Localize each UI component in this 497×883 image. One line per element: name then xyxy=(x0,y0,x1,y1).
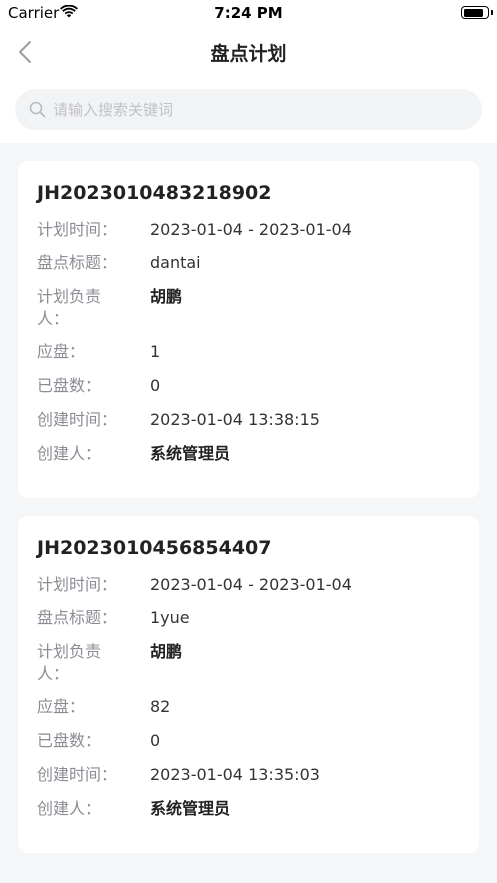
row-plan-time: 计划时间： 2023-01-04 - 2023-01-04 xyxy=(37,219,460,245)
row-title: 盘点标题： dantai xyxy=(37,252,460,279)
should-label: 应盘： xyxy=(37,697,86,716)
search-bar[interactable] xyxy=(15,89,482,130)
title-label: 盘点标题： xyxy=(37,608,118,627)
creator-value: 系统管理员 xyxy=(150,799,231,818)
status-bar: Carrier 7:24 PM xyxy=(0,0,497,26)
plan-id: JH2023010456854407 xyxy=(37,537,272,559)
clock: 7:24 PM xyxy=(214,4,283,22)
should-value: 82 xyxy=(150,697,171,716)
creator-label: 创建人： xyxy=(37,444,102,463)
should-label: 应盘： xyxy=(37,342,86,361)
search-input[interactable] xyxy=(53,89,463,130)
created-time-label: 创建时间： xyxy=(37,410,118,429)
row-owner: 计划负责人： 胡鹏 xyxy=(37,286,460,334)
row-owner: 计划负责人： 胡鹏 xyxy=(37,641,460,689)
owner-value: 胡鹏 xyxy=(150,287,183,306)
done-label: 已盘数： xyxy=(37,731,102,750)
battery-icon xyxy=(461,6,493,19)
plan-card[interactable]: JH2023010456854407 计划时间： 2023-01-04 - 20… xyxy=(18,516,479,853)
title-value: dantai xyxy=(150,253,201,272)
row-created-time: 创建时间： 2023-01-04 13:35:03 xyxy=(37,764,460,791)
row-done: 已盘数： 0 xyxy=(37,375,460,402)
created-time-value: 2023-01-04 13:38:15 xyxy=(150,410,320,429)
creator-value: 系统管理员 xyxy=(150,444,231,463)
plan-time-value: 2023-01-04 - 2023-01-04 xyxy=(150,575,352,594)
row-creator: 创建人： 系统管理员 xyxy=(37,798,460,825)
row-creator: 创建人： 系统管理员 xyxy=(37,443,460,470)
creator-label: 创建人： xyxy=(37,799,102,818)
title-value: 1yue xyxy=(150,608,190,627)
plan-time-label: 计划时间： xyxy=(37,220,118,239)
plan-list: JH2023010483218902 计划时间： 2023-01-04 - 20… xyxy=(18,161,479,871)
plan-card[interactable]: JH2023010483218902 计划时间： 2023-01-04 - 20… xyxy=(18,161,479,498)
row-done: 已盘数： 0 xyxy=(37,730,460,757)
header-area: Carrier 7:24 PM 盘点计划 xyxy=(0,0,497,143)
owner-value: 胡鹏 xyxy=(150,642,183,661)
created-time-value: 2023-01-04 13:35:03 xyxy=(150,765,320,784)
done-value: 0 xyxy=(150,376,161,395)
should-value: 1 xyxy=(150,342,161,361)
plan-time-label: 计划时间： xyxy=(37,575,118,594)
row-title: 盘点标题： 1yue xyxy=(37,607,460,634)
page-title: 盘点计划 xyxy=(210,43,287,65)
row-plan-time: 计划时间： 2023-01-04 - 2023-01-04 xyxy=(37,574,460,600)
done-label: 已盘数： xyxy=(37,376,102,395)
row-created-time: 创建时间： 2023-01-04 13:38:15 xyxy=(37,409,460,436)
plan-time-value: 2023-01-04 - 2023-01-04 xyxy=(150,220,352,239)
row-should: 应盘： 82 xyxy=(37,696,460,723)
plan-id: JH2023010483218902 xyxy=(37,182,272,204)
row-should: 应盘： 1 xyxy=(37,341,460,368)
search-icon xyxy=(29,101,46,122)
owner-label: 计划负责人： xyxy=(37,642,102,683)
owner-label: 计划负责人： xyxy=(37,287,102,328)
nav-bar: 盘点计划 xyxy=(0,30,497,74)
title-label: 盘点标题： xyxy=(37,253,118,272)
done-value: 0 xyxy=(150,731,161,750)
created-time-label: 创建时间： xyxy=(37,765,118,784)
